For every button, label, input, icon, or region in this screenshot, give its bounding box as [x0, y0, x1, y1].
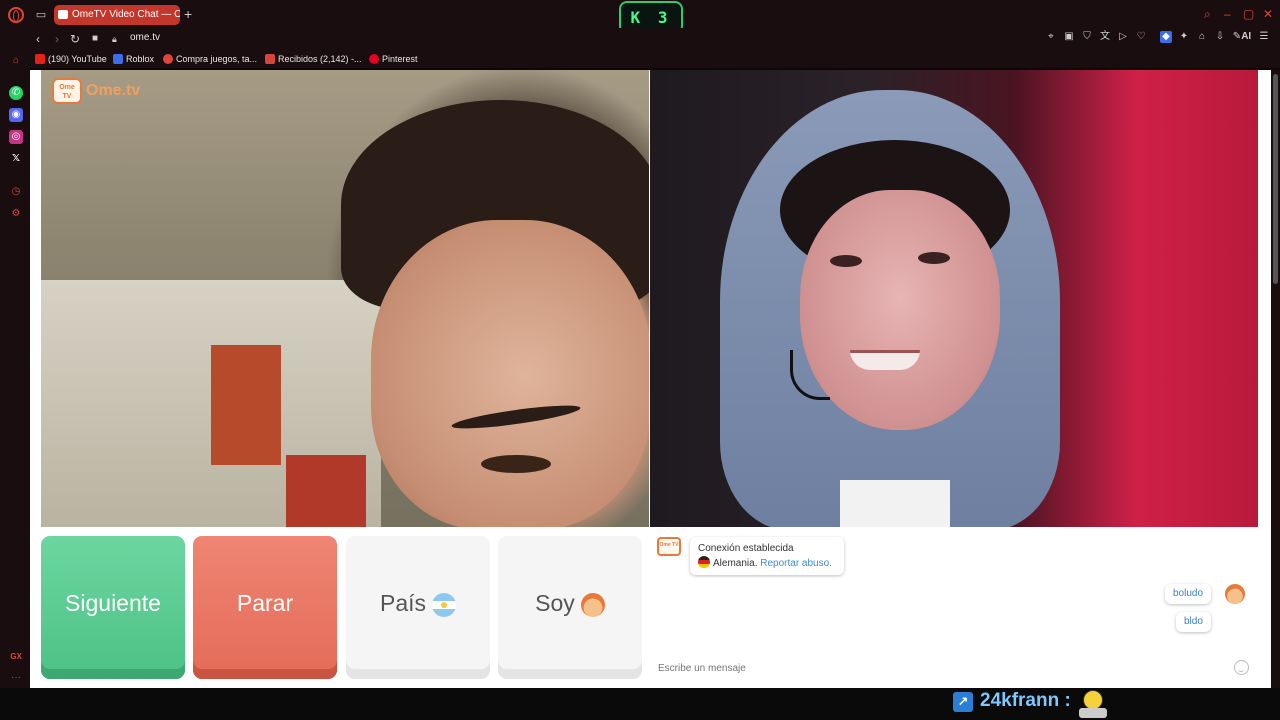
stop-button[interactable]: Parar [193, 536, 337, 679]
bookmark-label: Compra juegos, ta... [176, 54, 258, 64]
x-icon[interactable]: 𝕏 [9, 152, 23, 166]
report-abuse-link[interactable]: Reportar abuso. [760, 558, 832, 569]
gx-label[interactable]: GX [9, 650, 23, 664]
tab-title: OmeTV Video Chat — O [72, 9, 180, 20]
discord-icon[interactable]: ◉ [9, 108, 23, 122]
country-button[interactable]: País [346, 536, 490, 679]
ometv-logo-text: Ome.tv [86, 82, 141, 99]
gender-button-label: Soy [535, 590, 575, 616]
country-button-label: País [379, 590, 427, 616]
user-avatar-icon [1225, 584, 1245, 604]
close-icon[interactable]: ✕ [1263, 8, 1273, 20]
system-message-country: Alemania. [713, 558, 758, 569]
camera-permission-icon[interactable]: ■ [92, 32, 98, 46]
translate-icon[interactable]: 文 [1099, 31, 1111, 43]
url-field[interactable]: ome.tv [130, 31, 160, 45]
video-person-shape [800, 190, 1000, 430]
video-person-shape [840, 480, 950, 527]
video-person-shape [850, 350, 920, 370]
pin-icon[interactable]: ⌖ [1045, 31, 1057, 43]
germany-flag-icon [698, 556, 710, 568]
wallet-icon[interactable]: ⌂ [1196, 31, 1208, 43]
play-icon[interactable]: ▷ [1117, 31, 1129, 43]
whatsapp-icon[interactable]: ✆ [9, 86, 23, 100]
chat-message: bldo [1176, 612, 1211, 632]
tab-workspace-icon[interactable]: ▭ [34, 9, 48, 21]
remote-video [650, 70, 1258, 527]
local-video [41, 70, 649, 527]
instagram-icon[interactable]: ◎ [9, 130, 23, 144]
bookmark-label: (190) YouTube [48, 54, 107, 64]
history-icon[interactable]: ◷ [9, 185, 23, 199]
reload-icon[interactable]: ↻ [70, 32, 80, 46]
bookmark-gmail[interactable]: Recibidos (2,142) -... [265, 53, 362, 65]
system-message: Conexión establecida Alemania. Reportar … [690, 537, 844, 575]
video-background-shape [286, 455, 366, 527]
ometv-tv-icon: Ome TV [657, 537, 681, 556]
shield-icon[interactable]: ⛉ [1081, 31, 1093, 43]
maximize-icon[interactable]: ▢ [1243, 8, 1254, 20]
bookmark-pinterest[interactable]: Pinterest [369, 53, 418, 65]
emoji-picker-icon[interactable] [1234, 660, 1249, 675]
video-background-shape [211, 345, 281, 465]
video-person-shape [830, 255, 862, 267]
chat-message-input[interactable] [651, 656, 1257, 680]
bookmark-store[interactable]: Compra juegos, ta... [163, 53, 257, 65]
ai-icon[interactable]: ✎AI [1232, 31, 1252, 43]
snapshot-icon[interactable]: ▣ [1063, 31, 1075, 43]
bookmark-label: Recibidos (2,142) -... [278, 54, 362, 64]
forward-icon[interactable]: › [55, 32, 59, 46]
video-person-shape [371, 220, 649, 527]
system-message-title: Conexión establecida [698, 543, 794, 554]
more-icon[interactable]: ··· [9, 671, 23, 685]
ometv-tv-icon: Ome TV [52, 78, 82, 104]
emote-icon [1079, 690, 1107, 718]
next-button-label: Siguiente [65, 590, 161, 616]
system-message-country-line: Alemania. Reportar abuso. [698, 556, 836, 571]
ai-label: AI [1241, 31, 1252, 42]
settings-icon[interactable]: ⚙ [9, 207, 23, 221]
youtube-icon [35, 54, 45, 64]
back-icon[interactable]: ‹ [36, 32, 40, 46]
gmail-icon [265, 54, 275, 64]
ometv-logo: Ome TV Ome.tv [52, 78, 144, 104]
kick-icon: ↗ [953, 692, 973, 712]
tab-ometv[interactable]: OmeTV Video Chat — O [54, 5, 180, 25]
argentina-flag-icon [432, 592, 457, 617]
search-tabs-icon[interactable]: ⌕ [1204, 8, 1211, 20]
bookmark-youtube[interactable]: (190) YouTube [35, 53, 107, 65]
lock-icon[interactable]: 🔒︎ [112, 32, 117, 46]
menu-icon[interactable]: ☰ [1258, 31, 1270, 43]
gx-corner-icon[interactable]: ⌂ [9, 54, 23, 68]
opera-logo-icon[interactable] [8, 7, 24, 23]
download-icon[interactable]: ⇩ [1214, 31, 1226, 43]
roblox-icon [113, 54, 123, 64]
gender-button[interactable]: Soy [498, 536, 642, 679]
puzzle-icon[interactable]: ✦ [1178, 31, 1190, 43]
new-tab-button[interactable]: + [184, 7, 192, 21]
emote-face-shape [1083, 690, 1103, 710]
ometv-favicon-icon [58, 10, 68, 19]
heart-icon[interactable]: ♡ [1135, 31, 1147, 43]
pinterest-icon [369, 54, 379, 64]
bookmark-roblox[interactable]: Roblox [113, 53, 154, 65]
bookmark-label: Pinterest [382, 54, 418, 64]
store-icon [163, 54, 173, 64]
minimize-icon[interactable]: – [1224, 8, 1231, 20]
emote-base-shape [1079, 708, 1107, 718]
extension-icon[interactable]: ◆ [1160, 31, 1172, 43]
boy-emoji-icon [580, 592, 605, 617]
streamer-name: 24kfrann : [980, 690, 1071, 711]
chat-message: boludo [1165, 584, 1212, 604]
stop-button-label: Parar [236, 590, 294, 616]
video-person-shape [481, 455, 551, 473]
scrollbar-thumb[interactable] [1273, 74, 1278, 284]
bookmark-label: Roblox [126, 54, 155, 64]
next-button[interactable]: Siguiente [41, 536, 185, 679]
video-person-shape [918, 252, 950, 264]
